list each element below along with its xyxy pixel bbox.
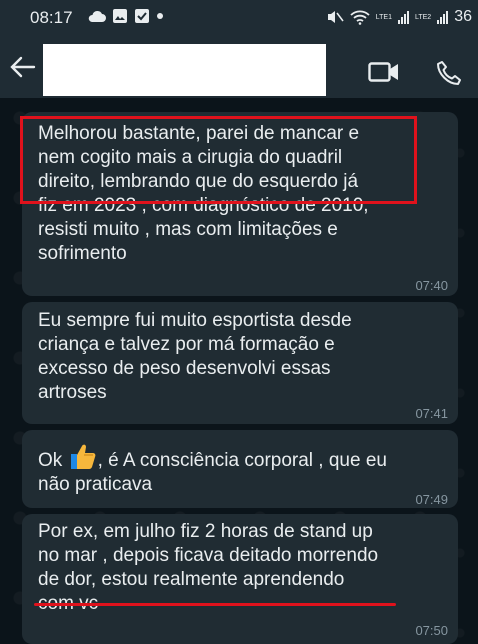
message-bubble[interactable]: Eu sempre fui muito esportista desde cri… [22,302,458,424]
signal-icon [397,10,409,24]
underline-annotation [34,603,396,606]
redacted-contact[interactable] [43,44,326,96]
mute-icon [327,11,344,23]
phone-call-icon[interactable] [436,60,462,86]
message-bubble[interactable]: Ok , é A consciência corporal , que eu n… [22,430,458,508]
notification-icons [88,8,164,24]
message-bubble[interactable]: Por ex, em julho fiz 2 horas de stand up… [22,514,458,644]
message-time: 07:40 [415,278,448,293]
message-time: 07:41 [415,406,448,421]
message-text: Por ex, em julho fiz 2 horas de stand up… [38,521,379,614]
back-arrow-icon[interactable] [10,56,36,78]
checkbox-icon [135,9,149,23]
message-text-prefix: Ok [38,450,68,471]
message-text: Eu sempre fui muito esportista desde cri… [38,310,352,403]
sim2-label: LTE2 [414,13,432,21]
wifi-icon [350,10,370,25]
highlight-annotation [20,116,417,204]
status-time: 08:17 [30,8,73,27]
chat-header [0,36,478,98]
message-time: 07:49 [415,492,448,507]
status-bar: 08:17 LTE1 LTE2 36 [0,0,478,36]
system-status-icons: LTE1 LTE2 36 [326,8,472,26]
gallery-icon [113,9,127,23]
dot-icon [157,13,163,19]
video-call-icon[interactable] [368,62,400,82]
thumbs-up-icon [70,444,95,469]
message-text: Ok , é A consciência corporal , que eu n… [38,442,387,497]
signal-icon-2 [437,10,449,24]
battery-level: 36 [454,8,472,25]
cloud-icon [88,10,106,22]
message-time: 07:50 [415,623,448,638]
sim1-label: LTE1 [375,13,392,21]
